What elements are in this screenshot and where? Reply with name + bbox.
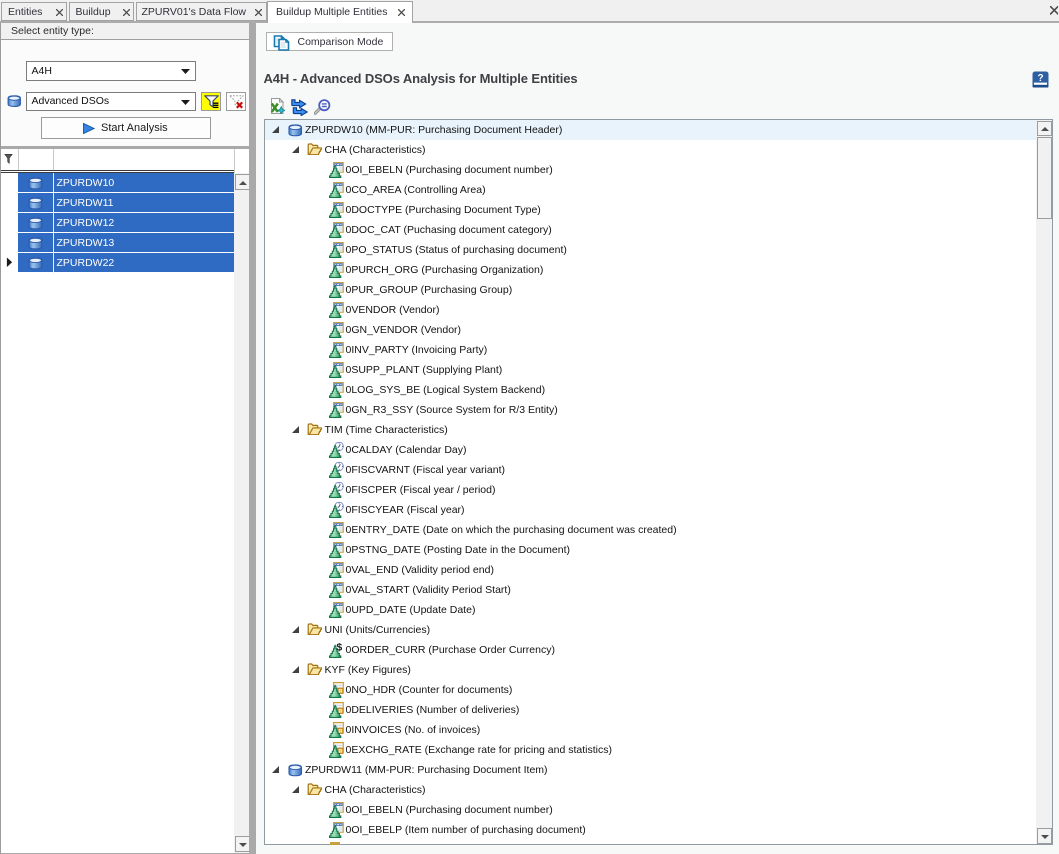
svg-text:?: ? xyxy=(1037,73,1043,84)
